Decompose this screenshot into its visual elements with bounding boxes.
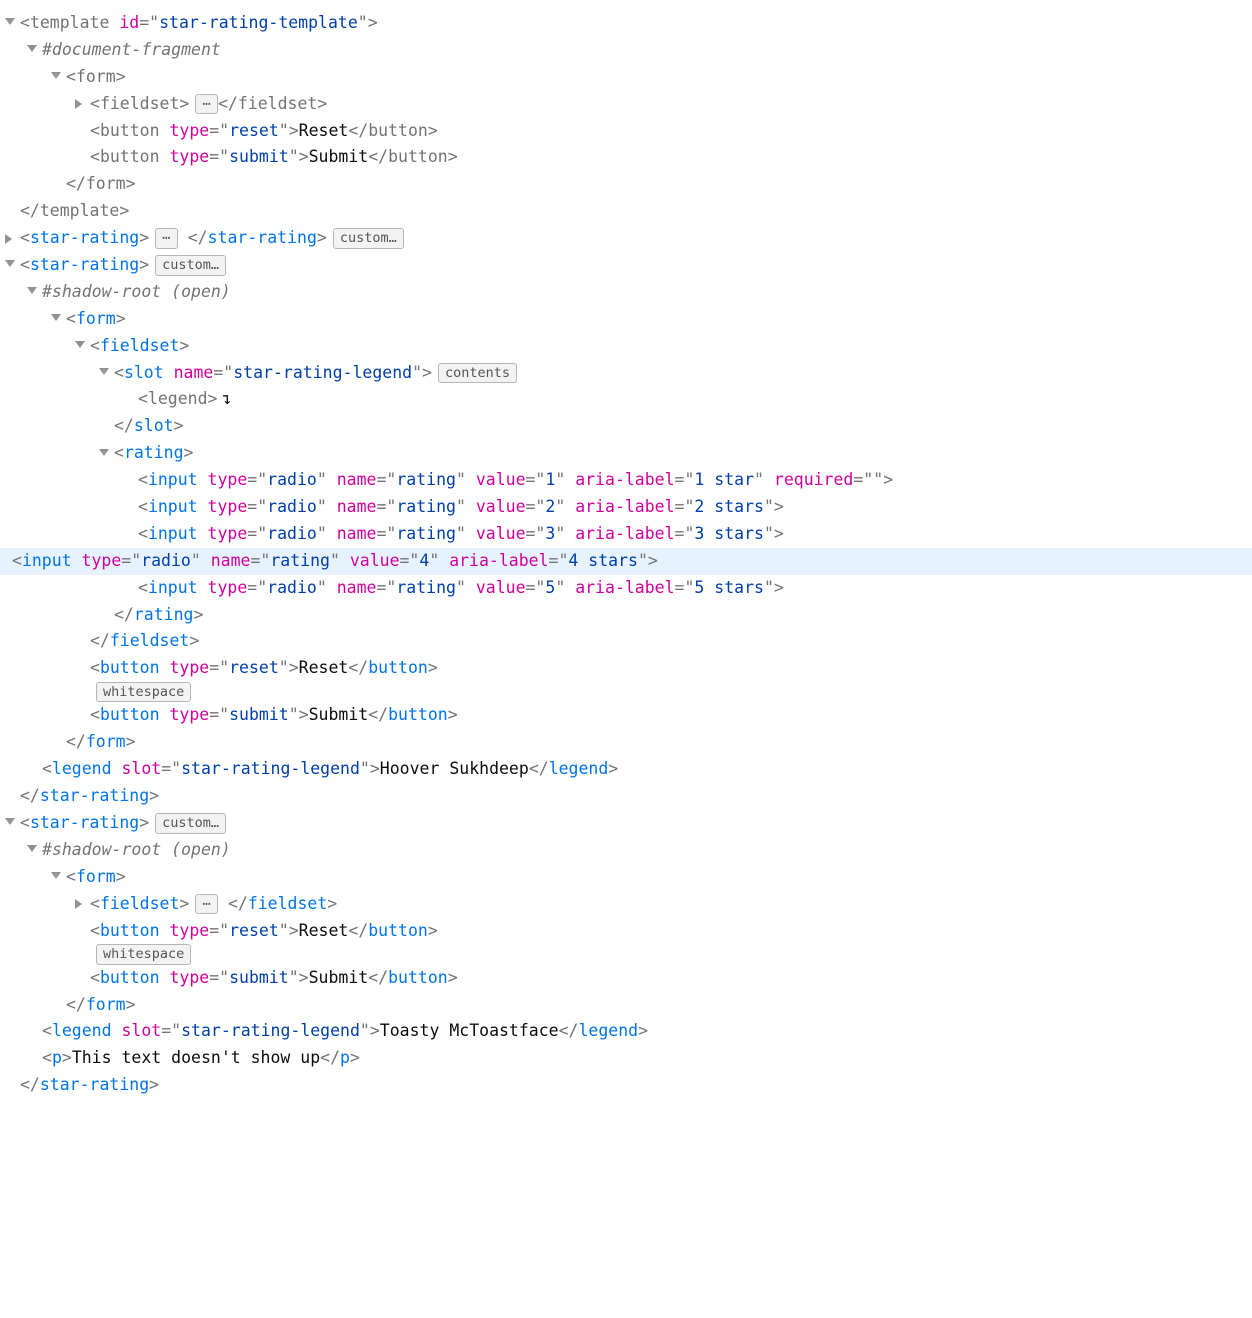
line-form-open-gray[interactable]: <form> (12, 64, 1240, 91)
line-template-open[interactable]: <template id="star-rating-template"> (12, 10, 1240, 37)
line-sr2-legend-child[interactable]: <legend slot="star-rating-legend">Hoover… (12, 756, 1240, 783)
line-sr3-form-open[interactable]: <form> (12, 864, 1240, 891)
line-star-rating-1[interactable]: <star-rating> ⋯ </star-rating> custom… (12, 225, 1240, 252)
ellipsis-badge[interactable]: ⋯ (195, 94, 218, 114)
contents-badge[interactable]: contents (438, 363, 517, 383)
line-star-rating-2-close[interactable]: </star-rating> (12, 783, 1240, 810)
line-sr2-whitespace[interactable]: whitespace (12, 682, 1240, 702)
custom-badge: custom… (333, 228, 404, 248)
line-shadow-root-3[interactable]: #shadow-root (open) (12, 837, 1240, 864)
line-sr3-fieldset-collapsed[interactable]: <fieldset> ⋯ </fieldset> (12, 891, 1240, 918)
line-sr2-input-2[interactable]: <input type="radio" name="rating" value=… (12, 494, 1240, 521)
line-sr3-form-close[interactable]: </form> (12, 992, 1240, 1019)
line-star-rating-3-close[interactable]: </star-rating> (12, 1072, 1240, 1099)
line-sr2-legend-inline[interactable]: <legend> ↴ (12, 386, 1240, 413)
line-sr2-button-reset[interactable]: <button type="reset">Reset</button> (12, 655, 1240, 682)
line-template-close[interactable]: </template> (12, 198, 1240, 225)
line-sr3-p[interactable]: <p>This text doesn't show up</p> (12, 1045, 1240, 1072)
line-sr2-slot-open[interactable]: <slot name="star-rating-legend"> content… (12, 360, 1240, 387)
line-sr2-rating-open[interactable]: <rating> (12, 440, 1240, 467)
custom-badge: custom… (155, 813, 226, 833)
line-sr3-button-submit[interactable]: <button type="submit">Submit</button> (12, 965, 1240, 992)
line-star-rating-3-open[interactable]: <star-rating> custom… (12, 810, 1240, 837)
custom-badge: custom… (155, 255, 226, 275)
ellipsis-badge[interactable]: ⋯ (155, 228, 178, 248)
line-sr2-slot-close[interactable]: </slot> (12, 413, 1240, 440)
line-sr2-input-5[interactable]: <input type="radio" name="rating" value=… (12, 575, 1240, 602)
line-sr3-legend-child[interactable]: <legend slot="star-rating-legend">Toasty… (12, 1018, 1240, 1045)
line-sr2-fieldset-open[interactable]: <fieldset> (12, 333, 1240, 360)
line-sr3-button-reset[interactable]: <button type="reset">Reset</button> (12, 918, 1240, 945)
line-form-close-gray[interactable]: </form> (12, 171, 1240, 198)
line-button-reset-gray[interactable]: <button type="reset">Reset</button> (12, 118, 1240, 145)
line-sr2-rating-close[interactable]: </rating> (12, 602, 1240, 629)
line-sr2-form-open[interactable]: <form> (12, 306, 1240, 333)
line-sr2-input-4[interactable]: <input type="radio" name="rating" value=… (0, 548, 1252, 575)
line-star-rating-2-open[interactable]: <star-rating> custom… (12, 252, 1240, 279)
line-sr2-input-1[interactable]: <input type="radio" name="rating" value=… (12, 467, 1240, 494)
line-shadow-root-2[interactable]: #shadow-root (open) (12, 279, 1240, 306)
ellipsis-badge[interactable]: ⋯ (195, 894, 218, 914)
line-sr2-form-close[interactable]: </form> (12, 729, 1240, 756)
line-sr2-button-submit[interactable]: <button type="submit">Submit</button> (12, 702, 1240, 729)
line-button-submit-gray[interactable]: <button type="submit">Submit</button> (12, 144, 1240, 171)
whitespace-badge: whitespace (96, 944, 191, 964)
line-fieldset-collapsed-gray[interactable]: <fieldset> ⋯ </fieldset> (12, 91, 1240, 118)
reveal-arrow-icon[interactable]: ↴ (221, 386, 231, 413)
line-sr2-input-3[interactable]: <input type="radio" name="rating" value=… (12, 521, 1240, 548)
line-sr3-whitespace[interactable]: whitespace (12, 944, 1240, 964)
line-sr2-fieldset-close[interactable]: </fieldset> (12, 628, 1240, 655)
line-docfragment[interactable]: #document-fragment (12, 37, 1240, 64)
whitespace-badge: whitespace (96, 682, 191, 702)
